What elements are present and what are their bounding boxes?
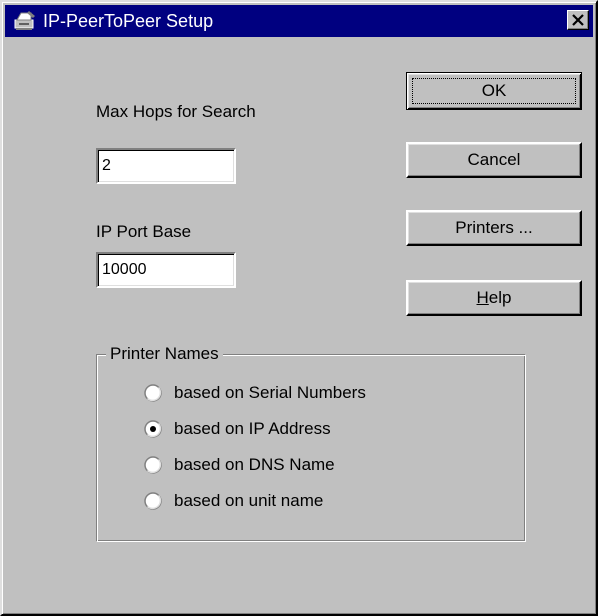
radio-label: based on unit name [174,491,324,510]
window-title: IP-PeerToPeer Setup [43,11,214,31]
printer-icon [11,10,37,32]
port-base-input[interactable] [96,252,236,288]
max-hops-label: Max Hops for Search [96,102,256,121]
setup-dialog: IP-PeerToPeer Setup Max Hops for Search … [0,0,598,616]
help-label: elp [488,288,512,307]
radio-button-icon[interactable] [144,420,162,438]
help-accelerator: H [476,288,489,307]
radio-button-icon[interactable] [144,456,162,474]
port-base-label: IP Port Base [96,222,192,241]
ok-button[interactable]: OK [406,72,582,110]
radio-label: based on Serial Numbers [174,383,366,402]
radio-label: based on IP Address [174,419,331,438]
radio-button-icon[interactable] [144,492,162,510]
close-icon [572,14,584,26]
radio-button-icon[interactable] [144,384,162,402]
title-bar[interactable]: IP-PeerToPeer Setup [5,5,593,37]
printer-names-title: Printer Names [106,344,223,364]
max-hops-input[interactable] [96,148,236,184]
cancel-button[interactable]: Cancel [406,142,582,178]
help-button[interactable]: Help [406,280,582,316]
ok-button-label: OK [412,78,576,104]
close-button[interactable] [567,10,589,30]
printers-button[interactable]: Printers ... [406,210,582,246]
radio-label: based on DNS Name [174,455,335,474]
